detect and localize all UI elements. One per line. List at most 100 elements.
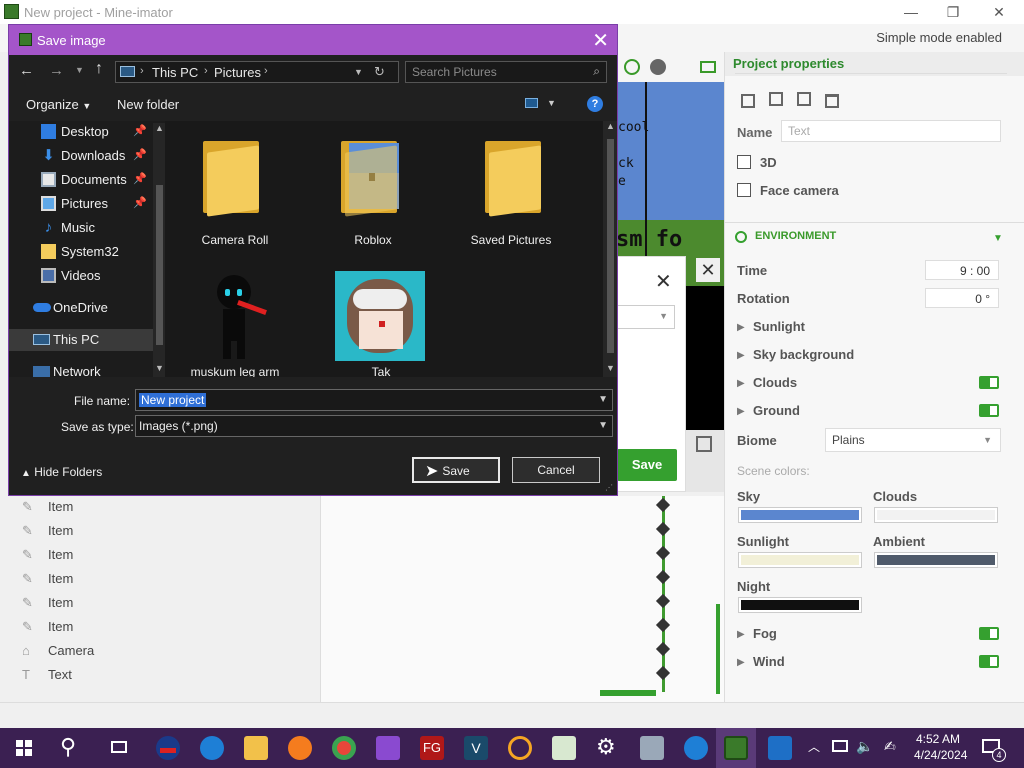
expand-icon[interactable]: ▶ [737,322,745,333]
sky-background-section[interactable]: Sky background [753,347,854,362]
chevron-up-icon[interactable]: ︿ [808,738,820,755]
file-tile-saved-pictures[interactable]: Saved Pictures [441,135,581,247]
timeline-item[interactable]: ✎ Item [22,619,73,641]
video-icon[interactable] [768,736,792,760]
timeline-item[interactable]: ✎ Item [22,523,73,545]
v-icon[interactable]: V [464,736,488,760]
organize-button[interactable]: Organize ▼ [26,97,91,112]
address-dropdown-icon[interactable]: ▼ [354,67,363,77]
breadcrumb-pictures[interactable]: Pictures [214,65,261,80]
magnifier-icon[interactable] [508,736,532,760]
nav-item-music[interactable]: ♪ Music [9,217,155,239]
file-scrollbar[interactable]: ▲ ▼ [603,121,617,377]
search-icon[interactable]: ⚲ [60,734,76,760]
file-tile-roblox[interactable]: Roblox [303,135,443,247]
pen-icon[interactable]: ✍ [884,738,896,755]
clock-date[interactable]: 4/24/2024 [914,748,967,762]
nav-item-pictures[interactable]: Pictures 📌 [9,193,155,215]
name-input[interactable]: Text [781,120,1001,142]
fullscreen-icon[interactable] [700,61,716,73]
nav-item-videos[interactable]: Videos [9,265,155,287]
scroll-up-icon[interactable]: ▲ [606,121,615,131]
network-status-icon[interactable] [832,740,848,752]
timeline-item[interactable]: ⌂ Camera [22,643,94,665]
timeline-item[interactable]: ✎ Item [22,571,73,593]
nav-item-network[interactable]: Network [9,361,155,377]
copy-icon[interactable] [797,92,811,106]
ambient-color-swatch[interactable] [874,552,998,568]
biome-select[interactable]: Plains ▼ [825,428,1001,452]
minimize-button[interactable]: — [898,2,924,22]
clouds-section[interactable]: Clouds [753,375,797,390]
pin-icon[interactable]: 📌 [133,172,147,185]
recent-chevron-icon[interactable]: ▼ [75,65,84,75]
timeline-scrollbar[interactable] [600,690,656,696]
clouds-toggle[interactable] [979,376,999,389]
expand-icon[interactable]: ▶ [737,350,745,361]
popout-icon[interactable] [696,436,712,452]
dialog-close-button[interactable]: ✕ [592,28,609,53]
trash-icon[interactable] [825,94,839,108]
view-dropdown-icon[interactable]: ▼ [547,98,556,108]
nav-item-system32[interactable]: System32 [9,241,155,263]
clouds-color-swatch[interactable] [874,507,998,523]
new-folder-button[interactable]: New folder [117,97,179,112]
chrome-icon[interactable] [332,736,356,760]
address-bar[interactable]: › This PC › Pictures › ▼ ↻ [115,61,399,83]
maximize-button[interactable]: ❐ [940,2,966,22]
mine-imator-icon[interactable] [724,736,748,760]
scroll-down-icon[interactable]: ▼ [155,363,164,373]
close-app-button[interactable]: ✕ [986,2,1012,22]
firefox-icon[interactable] [288,736,312,760]
resize-grip-icon[interactable]: ⋰ [605,483,613,492]
file-tile-tak-berjudul[interactable]: Tak berjudul36_20231012081527 [311,271,451,377]
timeline-item[interactable]: T Text [22,667,72,689]
sunlight-color-swatch[interactable] [738,552,862,568]
duplicate-icon[interactable] [769,92,783,106]
hide-folders-button[interactable]: ▲ Hide Folders [21,465,102,479]
search-box[interactable]: ⌕ [405,61,607,83]
timeline-item[interactable]: ✎ Item [22,595,73,617]
fog-section[interactable]: Fog [753,626,777,641]
settings-icon[interactable]: ⚙ [596,734,616,760]
wind-toggle[interactable] [979,655,999,668]
new-folder-icon[interactable] [741,94,755,108]
breadcrumb-this-pc[interactable]: This PC [152,65,198,80]
start-icon[interactable] [16,740,23,747]
close-icon[interactable]: ✕ [655,269,672,294]
ie-icon[interactable] [684,736,708,760]
nav-item-this-pc[interactable]: This PC [9,329,155,351]
shading-icon[interactable] [650,59,666,75]
explorer-icon[interactable] [244,736,268,760]
chevron-down-icon[interactable]: ▼ [993,233,1003,244]
night-color-swatch[interactable] [738,597,862,613]
help-icon[interactable]: ? [587,96,603,112]
up-arrow-icon[interactable]: ↑ [95,60,103,78]
nav-item-documents[interactable]: Documents 📌 [9,169,155,191]
expand-icon[interactable]: ▶ [737,657,745,668]
chevron-down-icon[interactable]: ▼ [598,394,608,405]
visual-studio-icon[interactable] [376,736,400,760]
nav-item-onedrive[interactable]: OneDrive [9,297,155,319]
back-arrow-icon[interactable]: ← [19,62,34,79]
file-scroll-thumb[interactable] [607,139,614,353]
background-dropdown[interactable]: ▼ [617,305,675,329]
expand-icon[interactable]: ▶ [737,629,745,640]
timeline-item[interactable]: ✎ Item [22,499,73,521]
nav-scrollbar[interactable]: ▲ ▼ [153,123,165,377]
task-view-icon[interactable] [111,741,127,753]
file-name-input[interactable]: New project ▼ [135,389,613,411]
scroll-up-icon[interactable]: ▲ [155,123,164,133]
volume-icon[interactable]: 🔈 [856,738,873,755]
pin-icon[interactable]: 📌 [133,196,147,209]
time-input[interactable]: 9 : 00 [925,260,999,280]
3d-checkbox[interactable] [737,155,751,169]
search-input[interactable] [412,64,582,80]
rotation-input[interactable]: 0 ° [925,288,999,308]
pin-icon[interactable]: 📌 [133,124,147,137]
nav-scroll-thumb[interactable] [156,185,163,345]
clock-time[interactable]: 4:52 AM [916,732,960,746]
pin-icon[interactable]: 📌 [133,148,147,161]
refresh-icon[interactable]: ↻ [374,64,385,80]
fog-toggle[interactable] [979,627,999,640]
